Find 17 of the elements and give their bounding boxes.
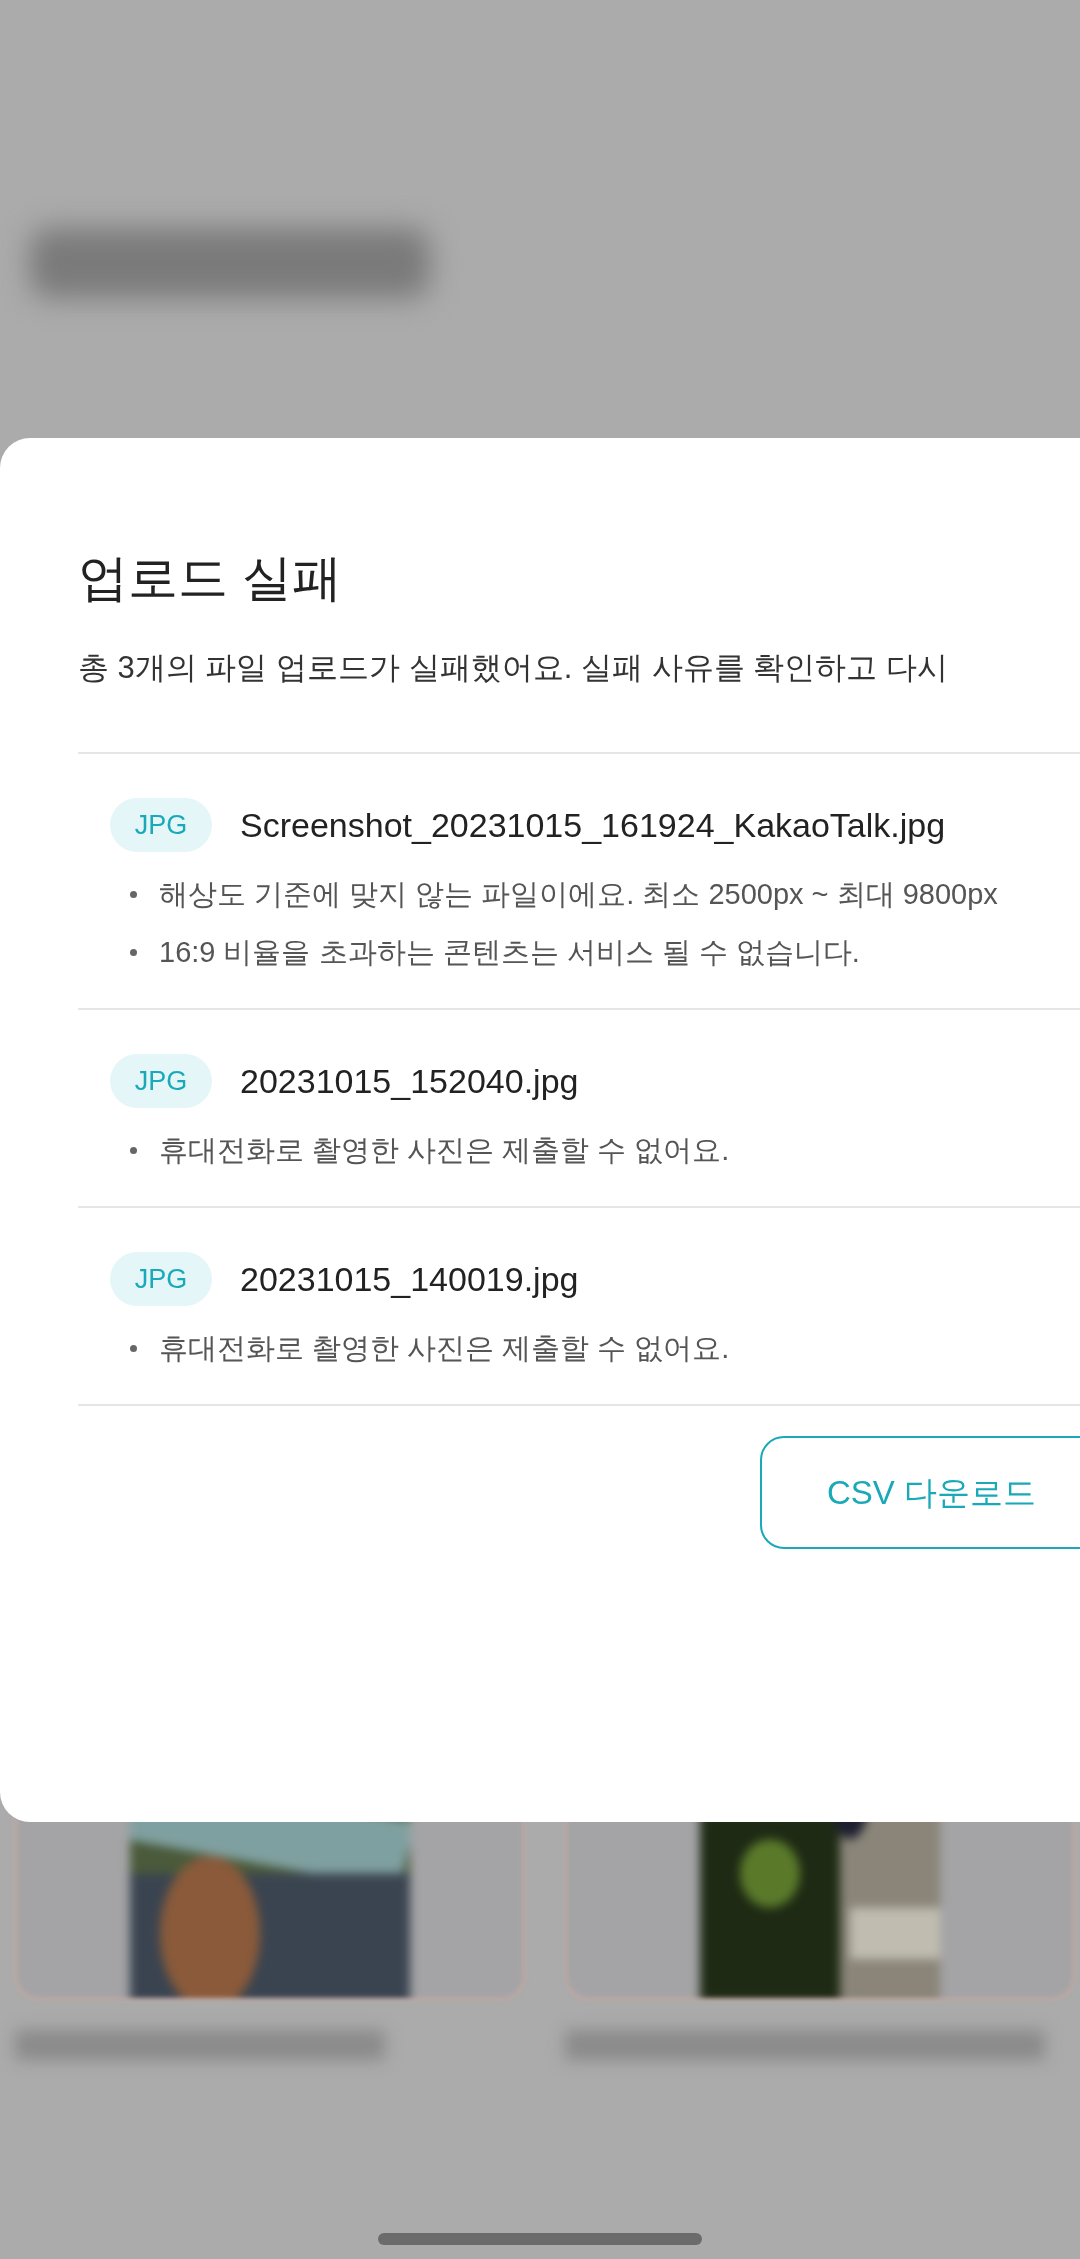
file-name: Screenshot_20231015_161924_KakaoTalk.jpg xyxy=(240,804,946,846)
failure-reason: 휴대전화로 촬영한 사진은 제출할 수 없어요. xyxy=(159,1331,730,1366)
dialog-description: 총 3개의 파일 업로드가 실패했어요. 실패 사유를 확인하고 다시 xyxy=(78,649,948,687)
csv-download-button[interactable]: CSV 다운로드 xyxy=(760,1436,1080,1549)
bullet-icon xyxy=(130,948,137,956)
dialog-title: 업로드 실패 xyxy=(78,549,342,608)
failure-reason: 16:9 비율을 초과하는 콘텐츠는 서비스 될 수 없습니다. xyxy=(159,935,860,970)
file-type-badge: JPG xyxy=(110,1252,212,1306)
file-name: 20231015_152040.jpg xyxy=(240,1060,579,1102)
file-type-badge: JPG xyxy=(110,798,212,852)
file-name: 20231015_140019.jpg xyxy=(240,1258,579,1300)
failure-reason: 해상도 기준에 맞지 않는 파일이에요. 최소 2500px ~ 최대 9800px xyxy=(159,877,998,912)
bullet-icon xyxy=(130,1146,137,1154)
failure-reason: 휴대전화로 촬영한 사진은 제출할 수 없어요. xyxy=(159,1133,730,1168)
bullet-icon xyxy=(130,890,137,898)
file-type-badge: JPG xyxy=(110,1054,212,1108)
bullet-icon xyxy=(130,1344,137,1352)
